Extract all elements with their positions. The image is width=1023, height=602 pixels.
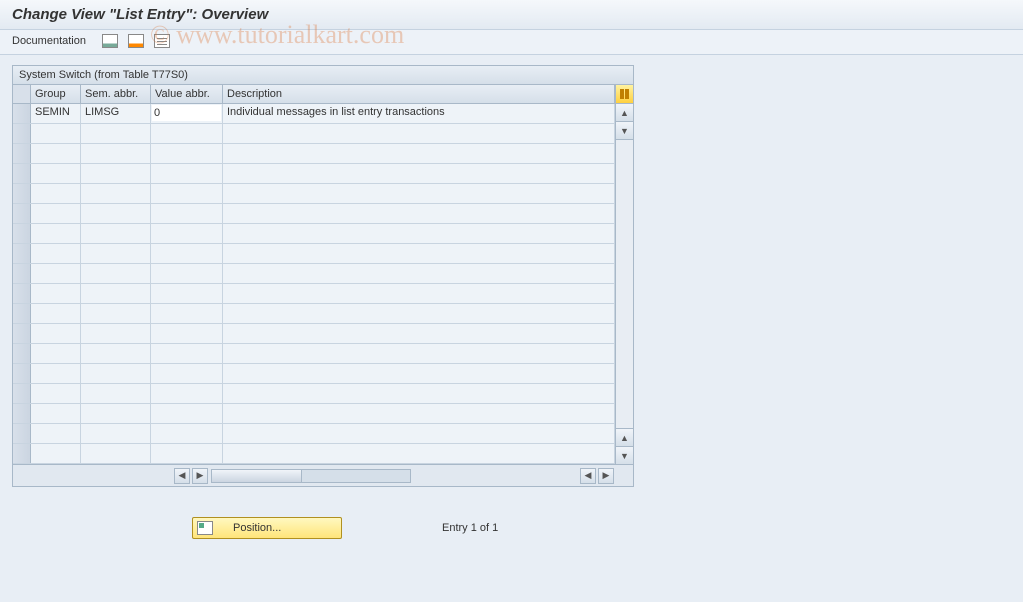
row-selector[interactable] [13, 424, 31, 443]
entry-status: Entry 1 of 1 [442, 522, 498, 534]
table-row[interactable] [13, 424, 615, 444]
select-all-icon[interactable] [154, 34, 170, 48]
table-row[interactable] [13, 304, 615, 324]
table-row[interactable] [13, 404, 615, 424]
row-selector[interactable] [13, 344, 31, 363]
title-bar: Change View "List Entry": Overview [0, 0, 1023, 30]
position-label: Position... [233, 522, 337, 534]
row-selector[interactable] [13, 384, 31, 403]
row-selector-header[interactable] [13, 85, 31, 103]
row-selector[interactable] [13, 224, 31, 243]
position-icon [197, 521, 213, 535]
cell-value-abbr [151, 104, 223, 123]
scroll-right-icon[interactable]: ▶ [598, 468, 614, 484]
grid-footer: ◀ ▶ ◀ ▶ [13, 464, 633, 486]
row-selector[interactable] [13, 284, 31, 303]
grid-container: System Switch (from Table T77S0) Group S… [12, 65, 634, 487]
row-selector[interactable] [13, 204, 31, 223]
row-selector[interactable] [13, 264, 31, 283]
table-settings-icon[interactable] [615, 85, 633, 103]
vertical-scrollbar[interactable]: ▲ ▼ ▲ ▼ [615, 104, 633, 464]
table-row[interactable] [13, 124, 615, 144]
row-selector[interactable] [13, 144, 31, 163]
row-selector[interactable] [13, 304, 31, 323]
documentation-label[interactable]: Documentation [12, 35, 86, 47]
row-selector[interactable] [13, 164, 31, 183]
scroll-left-end-icon[interactable]: ◀ [580, 468, 596, 484]
row-selector[interactable] [13, 404, 31, 423]
table-row[interactable] [13, 344, 615, 364]
col-header-value-abbr[interactable]: Value abbr. [151, 85, 223, 103]
table-row[interactable] [13, 224, 615, 244]
table-row[interactable] [13, 284, 615, 304]
page-title: Change View "List Entry": Overview [12, 6, 268, 23]
row-selector[interactable] [13, 184, 31, 203]
position-button[interactable]: Position... [192, 517, 342, 539]
row-selector[interactable] [13, 244, 31, 263]
expand-all-icon[interactable] [102, 34, 118, 48]
col-header-sem-abbr[interactable]: Sem. abbr. [81, 85, 151, 103]
table-row[interactable] [13, 444, 615, 464]
scroll-down-icon[interactable]: ▼ [616, 446, 633, 464]
table-row[interactable] [13, 204, 615, 224]
table-row[interactable] [13, 244, 615, 264]
scroll-right-step-icon[interactable]: ▶ [192, 468, 208, 484]
collapse-all-icon[interactable] [128, 34, 144, 48]
scroll-track[interactable] [616, 140, 633, 428]
table-row[interactable] [13, 184, 615, 204]
col-header-group[interactable]: Group [31, 85, 81, 103]
value-abbr-input[interactable] [152, 105, 221, 121]
grid-header-row: Group Sem. abbr. Value abbr. Description [13, 85, 633, 104]
col-header-description[interactable]: Description [223, 85, 615, 103]
grid-title: System Switch (from Table T77S0) [13, 66, 633, 85]
table-row[interactable] [13, 384, 615, 404]
content-area: System Switch (from Table T77S0) Group S… [0, 55, 1023, 549]
footer-bar: Position... Entry 1 of 1 [12, 517, 1011, 539]
scroll-up-icon[interactable]: ▲ [616, 104, 633, 122]
table-row[interactable] [13, 364, 615, 384]
table-row[interactable] [13, 324, 615, 344]
toolbar: Documentation [0, 30, 1023, 55]
grid-body-wrap: SEMIN LIMSG Individual messages in list … [13, 104, 633, 464]
table-row[interactable] [13, 144, 615, 164]
grid-body: SEMIN LIMSG Individual messages in list … [13, 104, 615, 464]
table-row[interactable] [13, 164, 615, 184]
scroll-left-icon[interactable]: ◀ [174, 468, 190, 484]
row-selector[interactable] [13, 124, 31, 143]
row-selector[interactable] [13, 104, 31, 123]
row-selector[interactable] [13, 364, 31, 383]
scroll-down-step-icon[interactable]: ▼ [616, 122, 633, 140]
hscroll-thumb[interactable] [212, 470, 302, 482]
row-selector[interactable] [13, 444, 31, 463]
cell-description: Individual messages in list entry transa… [223, 104, 615, 123]
scroll-up-step-icon[interactable]: ▲ [616, 428, 633, 446]
table-row[interactable]: SEMIN LIMSG Individual messages in list … [13, 104, 615, 124]
row-selector[interactable] [13, 324, 31, 343]
hscroll-track[interactable] [211, 469, 411, 483]
cell-group: SEMIN [31, 104, 81, 123]
table-row[interactable] [13, 264, 615, 284]
cell-sem-abbr: LIMSG [81, 104, 151, 123]
